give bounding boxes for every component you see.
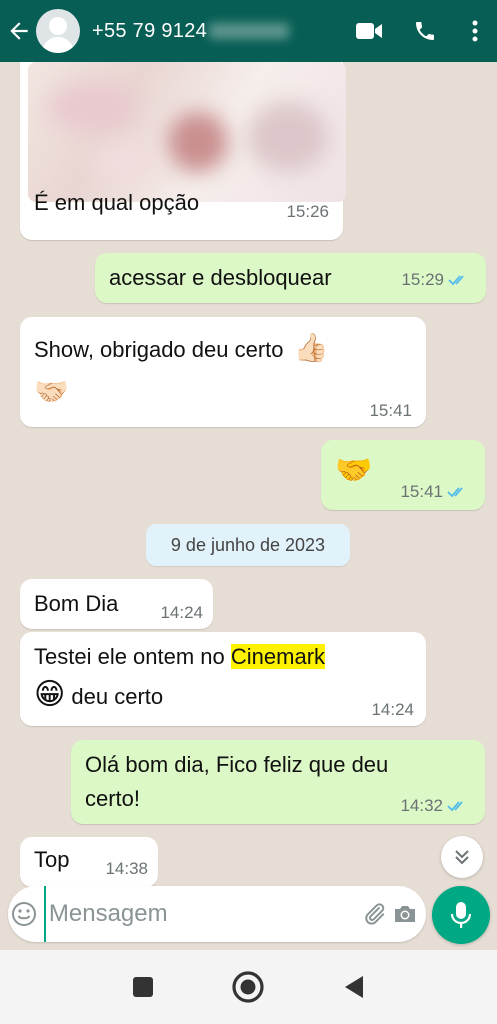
message-incoming[interactable]: Testei ele ontem no Cinemark 😁 deu certo… <box>20 632 426 726</box>
message-text: Top <box>34 847 70 872</box>
handshake-emoji: 🤝 <box>335 454 373 487</box>
handshake-emoji: 🤝🏻 <box>34 376 69 407</box>
message-time: 15:41 <box>400 482 443 501</box>
message-text-line-2: certo! <box>85 786 141 811</box>
double-chevron-down-icon <box>455 850 469 865</box>
message-time-row: 15:29 <box>401 270 468 290</box>
square-icon <box>132 977 153 997</box>
attach-icon[interactable] <box>359 886 390 942</box>
microphone-button[interactable] <box>432 886 490 944</box>
redacted-digits <box>209 23 290 40</box>
chat-area[interactable]: É em qual opção 15:26 acessar e desbloqu… <box>0 62 497 887</box>
message-time: 14:32 <box>400 796 443 815</box>
read-ticks-icon <box>448 275 464 286</box>
message-text-row-2: 😁 deu certo <box>34 678 163 714</box>
message-incoming[interactable]: Top 14:38 <box>20 837 158 887</box>
message-outgoing[interactable]: acessar e desbloquear 15:29 <box>95 253 486 303</box>
message-text: É em qual opção <box>34 190 200 215</box>
system-nav-bar <box>0 950 497 1024</box>
highlighted-text: Cinemark <box>230 644 326 669</box>
message-input-bar <box>8 886 426 942</box>
read-ticks-icon <box>447 487 463 498</box>
message-text-row: Testei ele ontem no Cinemark <box>34 640 326 674</box>
thumbs-up-emoji: 👍🏻 <box>293 332 329 363</box>
message-text: deu certo <box>65 684 164 709</box>
video-call-icon[interactable] <box>341 0 397 62</box>
contact-name[interactable]: +55 79 9124 <box>92 20 341 43</box>
back-arrow-icon[interactable] <box>0 0 38 62</box>
message-text: Bom Dia <box>34 591 119 616</box>
more-vert-icon[interactable] <box>453 0 497 62</box>
image-attachment[interactable] <box>28 62 346 202</box>
date-separator: 9 de junho de 2023 <box>146 524 350 566</box>
message-outgoing[interactable]: 🤝 15:41 <box>321 440 485 510</box>
message-text: Testei ele ontem no <box>34 644 231 669</box>
message-input[interactable] <box>43 886 359 942</box>
camera-icon[interactable] <box>389 886 420 942</box>
message-time: 14:24 <box>371 700 414 719</box>
emoji-icon[interactable] <box>8 886 40 942</box>
grin-emoji: 😁 <box>34 678 66 711</box>
contact-phone-visible: +55 79 9124 <box>92 19 208 42</box>
message-text-line-1: Olá bom dia, Fico feliz que deu <box>85 752 389 777</box>
message-time: 15:29 <box>401 270 444 289</box>
chat-header: +55 79 9124 <box>0 0 497 62</box>
message-time: 15:41 <box>369 401 412 420</box>
message-text: Show, obrigado deu certo <box>34 337 284 362</box>
message-time: 15:26 <box>286 202 329 221</box>
message-time-row: 15:41 <box>400 482 467 502</box>
home-button[interactable] <box>220 959 276 1015</box>
phone-icon[interactable] <box>397 0 453 62</box>
back-button[interactable] <box>326 959 382 1015</box>
message-incoming[interactable]: Show, obrigado deu certo 👍🏻 🤝🏻 15:41 <box>20 317 426 427</box>
triangle-back-icon <box>345 976 364 998</box>
message-outgoing[interactable]: Olá bom dia, Fico feliz que deu certo! 1… <box>71 740 485 824</box>
message-time: 14:24 <box>160 603 203 622</box>
message-time-row: 14:32 <box>400 796 467 816</box>
message-text: acessar e desbloquear <box>109 265 332 290</box>
read-ticks-icon <box>447 801 463 812</box>
recent-apps-button[interactable] <box>115 959 171 1015</box>
scroll-to-bottom-button[interactable] <box>441 836 483 878</box>
contact-avatar[interactable] <box>36 9 80 53</box>
microphone-icon <box>450 902 472 928</box>
circle-icon <box>232 971 265 1003</box>
message-time: 14:38 <box>105 859 148 878</box>
message-text-row: Show, obrigado deu certo 👍🏻 <box>34 331 329 367</box>
message-incoming[interactable]: É em qual opção 15:26 <box>20 62 346 240</box>
message-incoming[interactable]: Bom Dia 14:24 <box>20 579 213 629</box>
